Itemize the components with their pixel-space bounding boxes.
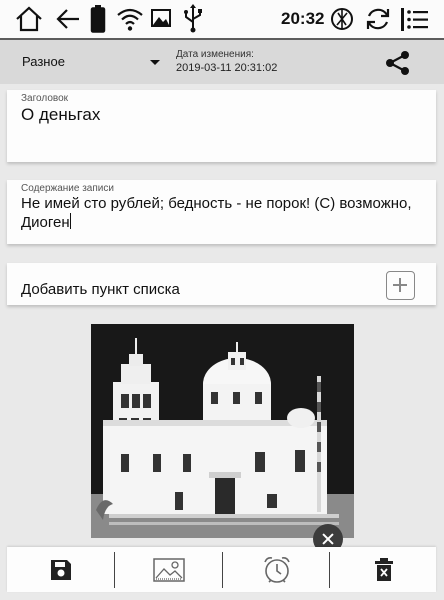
text-cursor bbox=[69, 213, 71, 229]
clock-time: 20:32 bbox=[281, 9, 325, 28]
title-input[interactable]: О деньгах bbox=[21, 105, 100, 125]
set-reminder-button[interactable] bbox=[223, 547, 330, 592]
wifi-icon bbox=[117, 8, 143, 31]
usb-icon bbox=[184, 4, 202, 33]
modified-date-caption: Дата изменения: bbox=[176, 49, 254, 60]
note-toolbar: Разное Дата изменения: 2019-03-11 20:31:… bbox=[0, 38, 444, 84]
share-icon[interactable] bbox=[384, 50, 412, 76]
rotate-icon[interactable] bbox=[364, 4, 392, 34]
insert-image-icon bbox=[152, 557, 185, 582]
content-input[interactable]: Не имей сто рублей; бедность - не порок!… bbox=[21, 194, 421, 232]
content-text: Не имей сто рублей; бедность - не порок!… bbox=[21, 195, 412, 231]
delete-button[interactable] bbox=[330, 547, 437, 592]
title-caption: Заголовок bbox=[21, 93, 69, 104]
battery-icon bbox=[90, 5, 106, 33]
home-icon[interactable] bbox=[14, 4, 44, 34]
title-field[interactable]: Заголовок О деньгах bbox=[7, 90, 436, 162]
chevron-down-icon bbox=[150, 60, 160, 65]
delete-icon bbox=[374, 557, 393, 581]
refresh-sync-icon[interactable] bbox=[328, 4, 356, 34]
attached-image[interactable] bbox=[91, 324, 354, 538]
plus-icon[interactable] bbox=[386, 271, 415, 300]
alarm-clock-icon bbox=[263, 556, 290, 583]
add-checklist-label: Добавить пункт списка bbox=[21, 281, 180, 298]
content-field[interactable]: Содержание записи Не имей сто рублей; бе… bbox=[7, 180, 436, 244]
insert-image-button[interactable] bbox=[115, 547, 222, 592]
menu-icon[interactable] bbox=[400, 4, 430, 34]
category-dropdown[interactable]: Разное bbox=[0, 40, 168, 84]
image-icon bbox=[151, 9, 171, 27]
back-icon[interactable] bbox=[54, 4, 82, 34]
save-button[interactable] bbox=[7, 547, 114, 592]
save-icon bbox=[50, 559, 71, 580]
bottom-action-bar bbox=[7, 547, 436, 592]
status-bar: 20:32 bbox=[0, 0, 444, 38]
add-checklist-item[interactable]: Добавить пункт списка bbox=[7, 263, 436, 305]
category-label: Разное bbox=[22, 54, 65, 69]
content-caption: Содержание записи bbox=[21, 183, 114, 194]
modified-date-value: 2019-03-11 20:31:02 bbox=[176, 62, 278, 74]
